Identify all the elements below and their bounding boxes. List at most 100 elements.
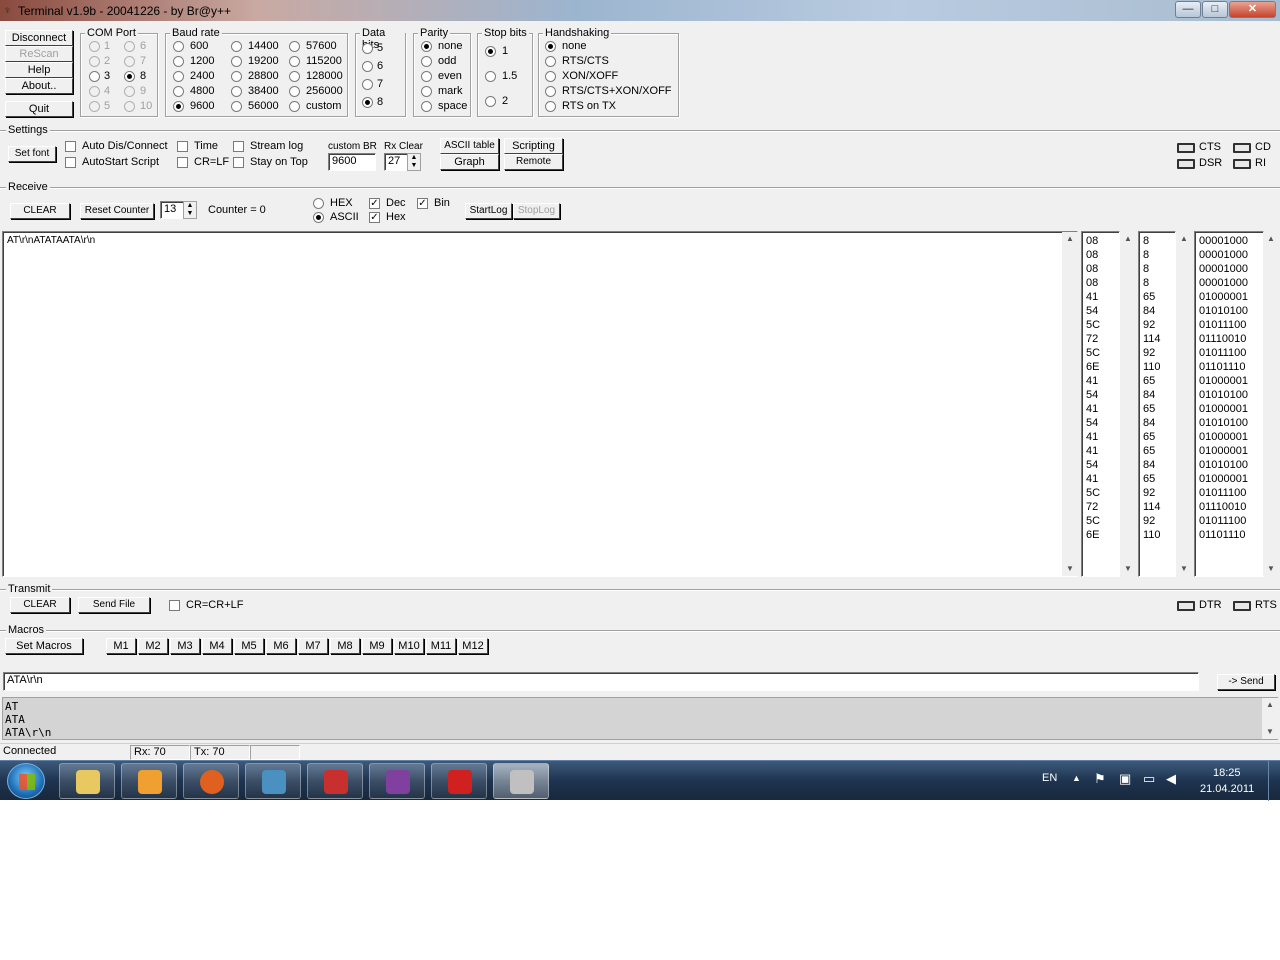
safely-remove-icon[interactable]: ▣: [1119, 771, 1131, 787]
hs-rtscts-radio[interactable]: [545, 56, 556, 67]
macro-button-6[interactable]: M6: [266, 638, 296, 654]
scroll-up-icon[interactable]: ▲: [1176, 232, 1192, 246]
baud-38400-radio[interactable]: [231, 86, 242, 97]
macro-button-10[interactable]: M10: [394, 638, 424, 654]
dtr-led[interactable]: [1177, 601, 1195, 611]
history-scrollbar[interactable]: ▲ ▼: [1262, 698, 1278, 739]
scroll-down-icon[interactable]: ▼: [1176, 562, 1192, 576]
receive-clear-button[interactable]: CLEAR: [10, 203, 70, 219]
set-macros-button[interactable]: Set Macros: [5, 638, 83, 654]
com6-radio[interactable]: [124, 41, 135, 52]
hs-xonxoff-radio[interactable]: [545, 71, 556, 82]
dec-checkbox[interactable]: ✓: [369, 198, 380, 209]
com7-radio[interactable]: [124, 56, 135, 67]
send-button[interactable]: -> Send: [1217, 674, 1275, 690]
baud-128000-radio[interactable]: [289, 71, 300, 82]
receive-scrollbar[interactable]: ▲ ▼: [1062, 232, 1078, 576]
show-desktop-button[interactable]: [1268, 761, 1280, 801]
clock-date[interactable]: 21.04.2011: [1200, 783, 1254, 795]
dec-scrollbar[interactable]: ▲ ▼: [1176, 232, 1192, 576]
scroll-down-icon[interactable]: ▼: [1120, 562, 1136, 576]
scroll-up-icon[interactable]: ▲: [1263, 232, 1279, 246]
com1-radio[interactable]: [89, 41, 100, 52]
language-indicator[interactable]: EN: [1042, 772, 1057, 784]
baud-57600-radio[interactable]: [289, 41, 300, 52]
show-hidden-icons-icon[interactable]: ▲: [1072, 773, 1081, 783]
ascii-radio[interactable]: [313, 212, 324, 223]
databits-7-radio[interactable]: [362, 79, 373, 90]
taskbar-firefox[interactable]: [183, 763, 239, 799]
graph-button[interactable]: Graph: [440, 154, 499, 170]
parity-odd-radio[interactable]: [421, 56, 432, 67]
rescan-button[interactable]: ReScan: [5, 46, 73, 62]
hex-radio[interactable]: [313, 198, 324, 209]
parity-none-radio[interactable]: [421, 41, 432, 52]
network-icon[interactable]: ▭: [1143, 771, 1155, 787]
action-center-flag-icon[interactable]: ⚑: [1094, 771, 1106, 787]
baud-2400-radio[interactable]: [173, 71, 184, 82]
baud-4800-radio[interactable]: [173, 86, 184, 97]
rx-clear-spinner[interactable]: ▲ ▼: [407, 153, 421, 171]
hex-checkbox[interactable]: ✓: [369, 212, 380, 223]
quit-button[interactable]: Quit: [5, 101, 73, 117]
cr-crlf-checkbox[interactable]: [169, 600, 180, 611]
history-item[interactable]: AT: [5, 700, 51, 713]
scroll-up-icon[interactable]: ▲: [1120, 232, 1136, 246]
ascii-table-button[interactable]: ASCII table: [440, 138, 499, 154]
hex-scrollbar[interactable]: ▲ ▼: [1120, 232, 1136, 576]
baud-1200-radio[interactable]: [173, 56, 184, 67]
macro-button-11[interactable]: M11: [426, 638, 456, 654]
taskbar-explorer[interactable]: [59, 763, 115, 799]
macro-button-5[interactable]: M5: [234, 638, 264, 654]
databits-8-radio[interactable]: [362, 97, 373, 108]
reset-counter-button[interactable]: Reset Counter: [80, 203, 154, 219]
baud-28800-radio[interactable]: [231, 71, 242, 82]
receive-text-area[interactable]: AT\r\nATATAATA\r\n: [2, 231, 1078, 577]
scroll-down-icon[interactable]: ▼: [1062, 562, 1078, 576]
com5-radio[interactable]: [89, 101, 100, 112]
macro-button-4[interactable]: M4: [202, 638, 232, 654]
history-item[interactable]: ATA: [5, 713, 51, 726]
parity-mark-radio[interactable]: [421, 86, 432, 97]
baud-600-radio[interactable]: [173, 41, 184, 52]
time-checkbox[interactable]: [177, 141, 188, 152]
macro-button-2[interactable]: M2: [138, 638, 168, 654]
stoplog-button[interactable]: StopLog: [513, 203, 560, 219]
bin-scrollbar[interactable]: ▲ ▼: [1263, 232, 1279, 576]
databits-5-radio[interactable]: [362, 43, 373, 54]
taskbar-winrar[interactable]: [369, 763, 425, 799]
macro-button-3[interactable]: M3: [170, 638, 200, 654]
com3-radio[interactable]: [89, 71, 100, 82]
taskbar-terminal[interactable]: [493, 763, 549, 799]
counter-spinner[interactable]: ▲ ▼: [183, 201, 197, 219]
about-button[interactable]: About..: [5, 78, 73, 94]
hs-none-radio[interactable]: [545, 41, 556, 52]
autostart-script-checkbox[interactable]: [65, 157, 76, 168]
hs-rts-on-tx-radio[interactable]: [545, 101, 556, 112]
scroll-up-icon[interactable]: ▲: [1062, 232, 1078, 246]
history-item[interactable]: ATA\r\n: [5, 726, 51, 739]
close-button[interactable]: ✕: [1229, 1, 1276, 18]
com10-radio[interactable]: [124, 101, 135, 112]
baud-115200-radio[interactable]: [289, 56, 300, 67]
com8-radio[interactable]: [124, 71, 135, 82]
scroll-down-icon[interactable]: ▼: [1263, 562, 1279, 576]
transmit-clear-button[interactable]: CLEAR: [10, 597, 70, 613]
scroll-up-icon[interactable]: ▲: [1262, 698, 1278, 712]
minimize-button[interactable]: —: [1175, 1, 1201, 18]
startlog-button[interactable]: StartLog: [465, 203, 512, 219]
taskbar-acrobat[interactable]: [431, 763, 487, 799]
transmit-input[interactable]: ATA\r\n: [3, 672, 1199, 691]
disconnect-button[interactable]: Disconnect: [5, 30, 73, 46]
stay-on-top-checkbox[interactable]: [233, 157, 244, 168]
stopbits-1-radio[interactable]: [485, 46, 496, 57]
maximize-button[interactable]: □: [1202, 1, 1228, 18]
counter-input[interactable]: 13: [160, 201, 184, 219]
auto-dis-connect-checkbox[interactable]: [65, 141, 76, 152]
cr-lf-checkbox[interactable]: [177, 157, 188, 168]
remote-button[interactable]: Remote: [504, 154, 563, 170]
baud-256000-radio[interactable]: [289, 86, 300, 97]
start-button[interactable]: [7, 763, 45, 799]
scroll-down-icon[interactable]: ▼: [1262, 725, 1278, 739]
stopbits-1-5-radio[interactable]: [485, 71, 496, 82]
